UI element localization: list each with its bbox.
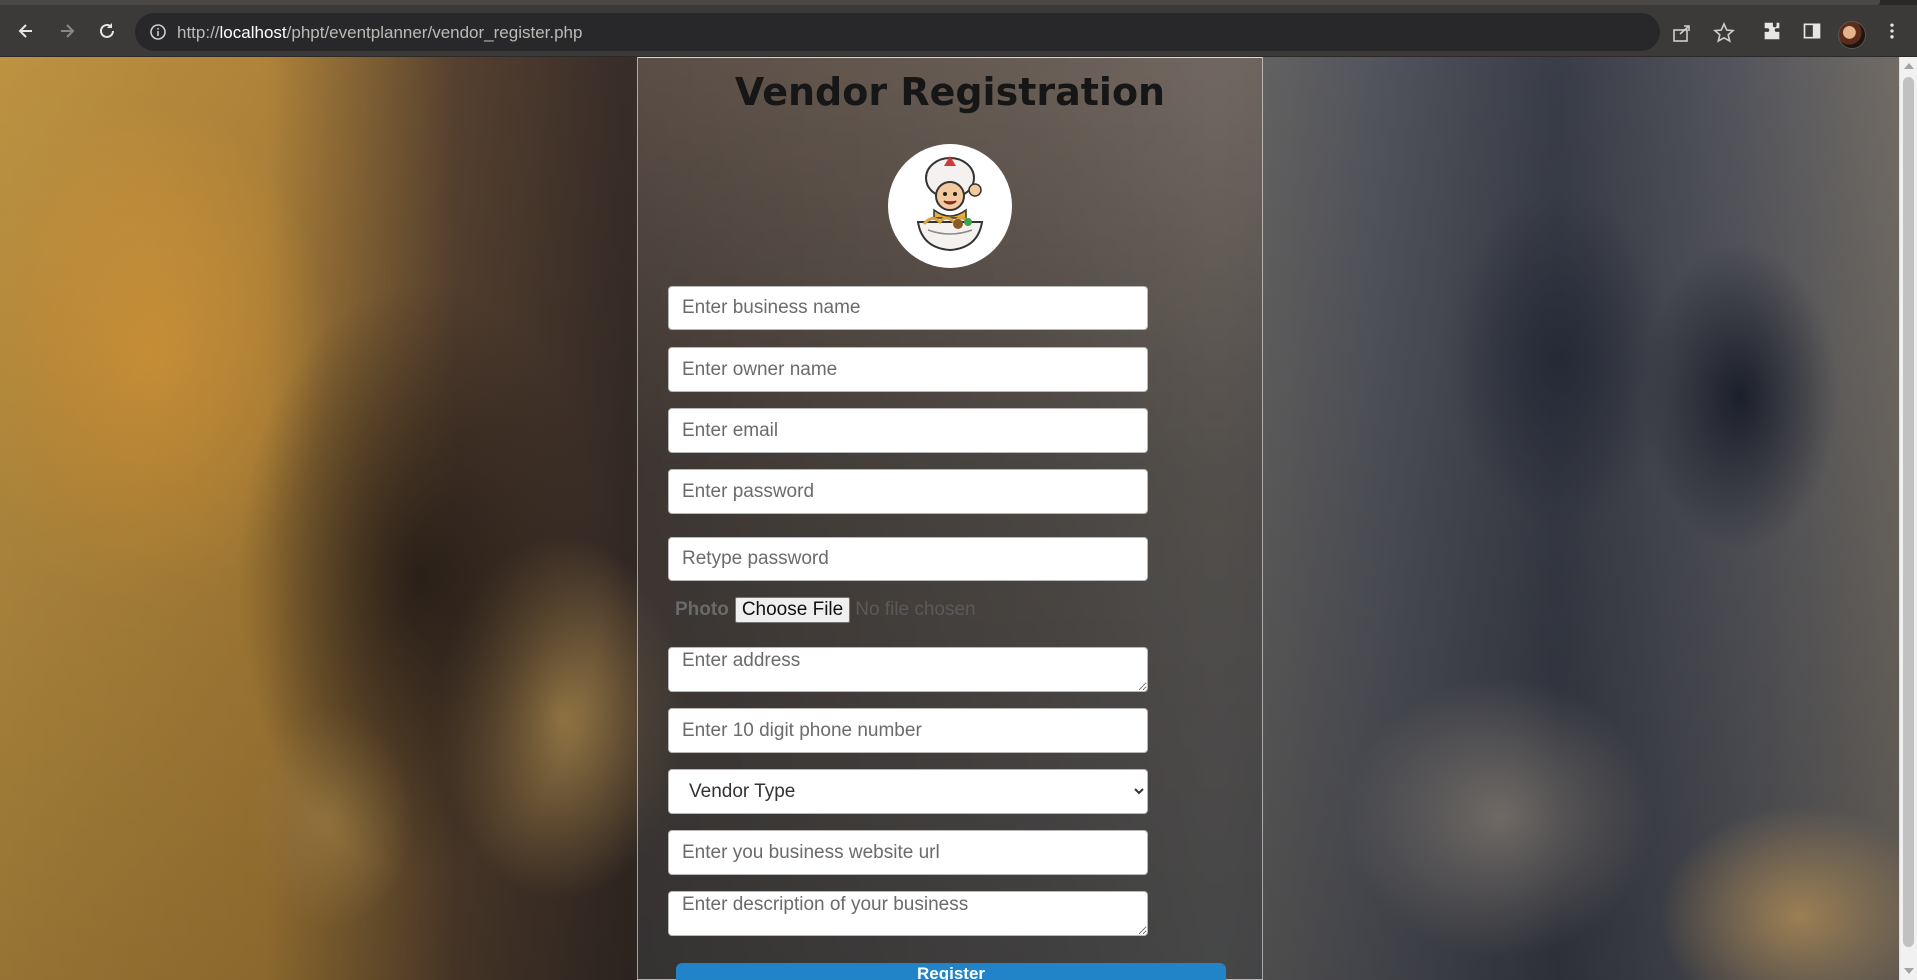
photo-label: Photo [675,599,729,620]
side-panel-button[interactable] [1800,19,1824,43]
scroll-thumb[interactable] [1903,77,1914,947]
scroll-down-arrow-icon[interactable] [1904,968,1914,974]
vendor-registration-form: Vendor Registration Photo Choose [637,57,1263,980]
website-url-input[interactable] [668,830,1148,875]
address-bar[interactable]: http://localhost/phpt/eventplanner/vendo… [135,13,1690,51]
register-button[interactable]: Register [676,963,1226,980]
browser-toolbar: http://localhost/phpt/eventplanner/vendo… [0,5,1917,57]
retype-password-input[interactable] [668,537,1148,581]
back-button[interactable] [10,15,42,47]
url-host: localhost [219,23,287,42]
file-status-text: No file chosen [855,599,976,620]
email-input[interactable] [668,408,1148,453]
share-icon[interactable] [1671,22,1693,44]
brand-logo [888,144,1012,268]
vendor-type-select[interactable]: Vendor Type [668,769,1148,814]
profile-avatar[interactable] [1838,21,1866,49]
phone-input[interactable] [668,708,1148,753]
address-textarea[interactable] [668,647,1148,692]
arrow-left-icon [18,24,32,38]
page-scrollbar[interactable] [1899,57,1917,980]
site-info-icon[interactable] [149,23,167,41]
forward-button[interactable] [51,15,83,47]
bookmark-star-icon[interactable] [1713,22,1735,44]
reload-icon [100,23,114,38]
scroll-up-arrow-icon[interactable] [1904,63,1914,69]
url-path: /phpt/eventplanner/vendor_register.php [286,23,583,42]
arrow-right-icon [61,24,75,38]
menu-button[interactable] [1880,19,1904,43]
reload-button[interactable] [91,15,123,47]
owner-name-input[interactable] [668,347,1148,392]
password-input[interactable] [668,469,1148,514]
description-textarea[interactable] [668,891,1148,936]
url-text: http://localhost/phpt/eventplanner/vendo… [177,23,582,43]
kebab-menu-icon [1890,23,1894,39]
page-background: Vendor Registration Photo Choose [0,57,1899,980]
photo-upload-row: Photo Choose File No file chosen [675,595,976,625]
page-title: Vendor Registration [734,70,1166,114]
puzzle-icon [1764,22,1780,40]
choose-file-button[interactable]: Choose File [734,597,851,623]
side-panel-icon [1803,23,1821,39]
extensions-button[interactable] [1760,19,1784,43]
url-prefix: http:// [177,23,220,42]
business-name-input[interactable] [668,286,1148,330]
chef-mascot-logo [916,156,984,252]
